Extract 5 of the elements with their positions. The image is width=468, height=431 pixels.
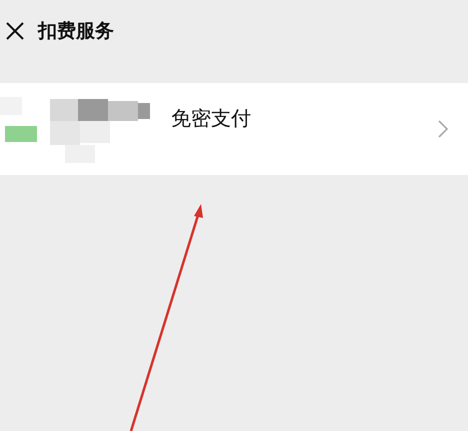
- chevron-right-icon: [438, 120, 448, 138]
- item-label: 免密支付: [171, 104, 251, 132]
- close-icon[interactable]: [6, 22, 24, 40]
- page-title: 扣费服务: [38, 19, 114, 44]
- list-row[interactable]: 免密支付: [0, 83, 468, 175]
